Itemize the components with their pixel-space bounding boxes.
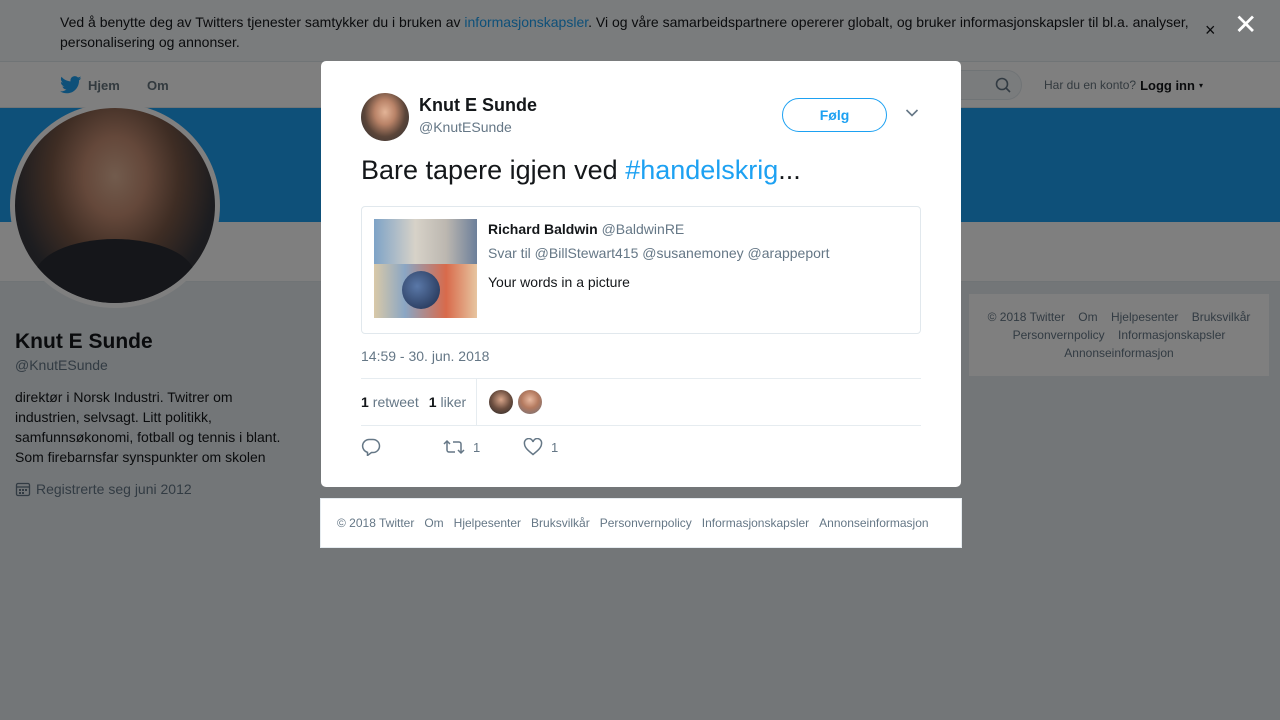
liker-avatar[interactable] [518, 390, 542, 414]
cartoon-ball [402, 271, 440, 309]
reply-icon [361, 438, 381, 456]
tweet-timestamp[interactable]: 14:59 - 30. jun. 2018 [361, 348, 489, 364]
footer-link[interactable]: Annonseinformasjon [819, 516, 928, 530]
retweet-stat-label: retweet [372, 394, 419, 410]
divider [361, 425, 921, 426]
quoted-author: Richard Baldwin @BaldwinRE [488, 221, 684, 237]
quoted-tweet[interactable]: Richard Baldwin @BaldwinRE Svar til @Bil… [361, 206, 921, 334]
stats-separator [476, 379, 477, 425]
retweet-stat-count: 1 [361, 394, 369, 410]
hashtag-link[interactable]: #handelskrig [625, 155, 778, 185]
like-button[interactable]: 1 [523, 438, 558, 456]
tweet-text: Bare tapere igjen ved #handelskrig... [361, 153, 801, 187]
tweet-text-start: Bare tapere igjen ved [361, 155, 626, 185]
footer-link[interactable]: Informasjonskapsler [702, 516, 809, 530]
quoted-tweet-image[interactable] [374, 219, 477, 318]
modal-footer: © 2018 Twitter Om Hjelpesenter Bruksvilk… [320, 498, 962, 548]
footer-link[interactable]: Bruksvilkår [531, 516, 590, 530]
heart-icon [523, 438, 543, 456]
cartoon-top-panel [374, 219, 477, 264]
like-stat-label: liker [440, 394, 467, 410]
tweet-author-handle[interactable]: @KnutESunde [419, 119, 512, 135]
tweet-modal: Knut E Sunde @KnutESunde Følg Bare taper… [321, 61, 961, 487]
tweet-actions: 1 1 [361, 435, 558, 459]
footer-link[interactable]: Personvernpolicy [600, 516, 692, 530]
retweet-icon [443, 439, 465, 455]
quoted-text: Your words in a picture [488, 274, 630, 290]
tweet-author-name[interactable]: Knut E Sunde [419, 95, 537, 116]
chevron-down-icon[interactable] [905, 108, 919, 118]
retweet-count: 1 [473, 439, 481, 455]
liker-avatar[interactable] [489, 390, 513, 414]
reply-button[interactable] [361, 438, 443, 456]
footer-link[interactable]: Hjelpesenter [454, 516, 521, 530]
quoted-author-name: Richard Baldwin [488, 221, 598, 237]
like-stat-count: 1 [428, 394, 437, 410]
footer-link[interactable]: Om [424, 516, 443, 530]
tweet-stats: 1 retweet 1 liker [361, 379, 466, 425]
like-count: 1 [551, 439, 559, 455]
tweet-text-end: ... [778, 155, 801, 185]
quoted-reply-to: Svar til @BillStewart415 @susanemoney @a… [488, 245, 830, 261]
retweet-button[interactable]: 1 [443, 439, 523, 455]
footer-copyright: © 2018 Twitter [337, 516, 415, 530]
tweet-author-avatar[interactable] [361, 93, 409, 141]
quoted-author-handle: @BaldwinRE [601, 221, 685, 237]
close-icon[interactable]: ✕ [1234, 11, 1257, 39]
follow-button[interactable]: Følg [782, 98, 887, 132]
like-stat[interactable]: 1 liker [429, 394, 466, 410]
retweet-stat[interactable]: 1 retweet [361, 394, 419, 410]
